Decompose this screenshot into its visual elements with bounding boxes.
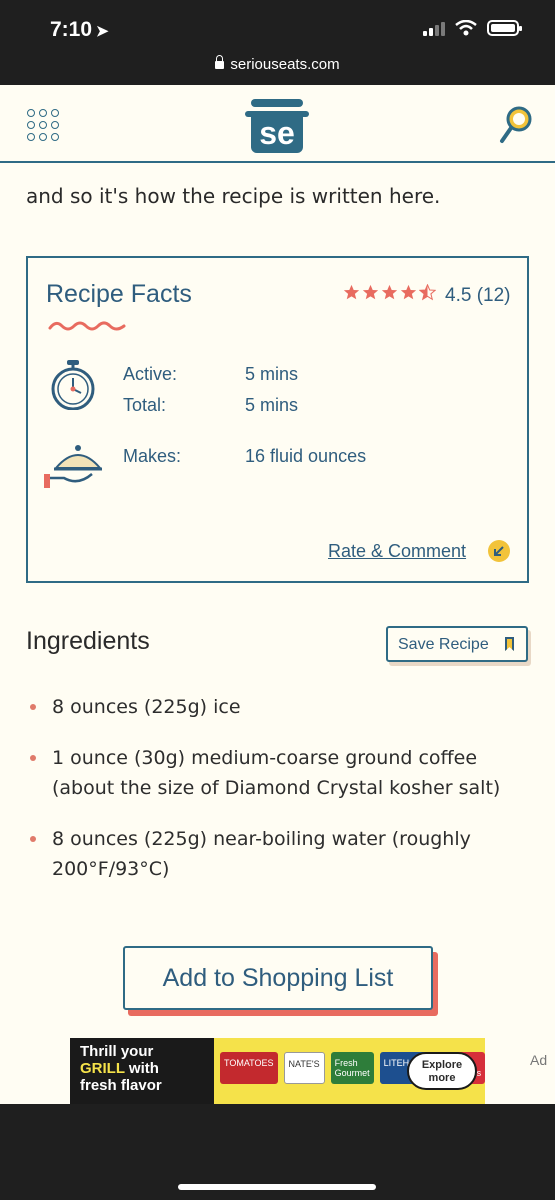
save-recipe-label: Save Recipe (398, 636, 489, 653)
makes-label: Makes: (123, 446, 182, 466)
intro-text: and so it's how the recipe is written he… (26, 184, 441, 208)
site-logo[interactable]: se (245, 99, 309, 153)
home-indicator[interactable] (178, 1184, 376, 1190)
search-icon[interactable] (499, 105, 533, 145)
ad-explore-button[interactable]: Explore more (407, 1052, 477, 1090)
wifi-icon (455, 20, 477, 36)
list-item: 8 ounces (225g) ice (26, 692, 526, 722)
ingredient-list: 8 ounces (225g) ice 1 ounce (30g) medium… (26, 692, 526, 905)
active-value: 5 mins (245, 364, 299, 384)
url-text: seriouseats.com (230, 56, 340, 73)
ingredients-title: Ingredients (26, 627, 150, 655)
list-item: 1 ounce (30g) medium-coarse ground coffe… (26, 743, 526, 803)
signal-icon (423, 20, 445, 36)
ad-headline: Thrill your GRILL with fresh flavor (70, 1038, 214, 1104)
total-label: Total: (123, 395, 167, 415)
address-bar[interactable]: seriouseats.com (0, 55, 555, 73)
list-item: 8 ounces (225g) near-boiling water (roug… (26, 824, 526, 884)
arrow-down-left-icon[interactable] (488, 540, 510, 562)
browser-chrome: 7:10 ➤ seriouseats.com (0, 0, 555, 85)
brand-logo: Fresh Gourmet (330, 1052, 374, 1084)
status-icons (423, 20, 522, 36)
battery-icon (487, 20, 522, 36)
star-icon (343, 284, 360, 300)
rate-comment-link[interactable]: Rate & Comment (328, 541, 466, 562)
brand-logo: TOMATOES (220, 1052, 278, 1084)
add-to-shopping-list-button[interactable]: Add to Shopping List (123, 946, 433, 1010)
ad-banner[interactable]: Thrill your GRILL with fresh flavor TOMA… (70, 1038, 485, 1104)
recipe-facts-card: Recipe Facts 4.5 (12) Active: 5 mins Tot… (26, 256, 529, 583)
serving-cloche-icon (44, 445, 102, 488)
rating-stars[interactable] (343, 284, 436, 301)
bookmark-icon (505, 637, 514, 651)
star-icon (381, 284, 398, 300)
squiggle-decoration (48, 321, 126, 331)
status-time: 7:10 ➤ (50, 18, 109, 41)
save-recipe-button[interactable]: Save Recipe (386, 626, 528, 662)
active-label: Active: (123, 364, 178, 384)
rating-value: 4.5 (12) (445, 285, 511, 306)
star-icon (400, 284, 417, 300)
makes-value: 16 fluid ounces (245, 446, 367, 466)
total-value: 5 mins (245, 395, 299, 415)
browser-bottom-bar (0, 1104, 555, 1200)
site-header: se (0, 85, 555, 163)
ad-label: Ad (530, 1052, 548, 1068)
recipe-facts-title: Recipe Facts (46, 280, 192, 308)
half-star-icon (419, 284, 436, 301)
stopwatch-icon (51, 360, 95, 410)
location-arrow-icon: ➤ (96, 23, 109, 40)
brand-logo: NATE'S (283, 1052, 325, 1084)
lock-icon (215, 55, 225, 69)
menu-grid-icon[interactable] (27, 109, 59, 141)
svg-text:se: se (259, 115, 295, 151)
star-icon (362, 284, 379, 300)
